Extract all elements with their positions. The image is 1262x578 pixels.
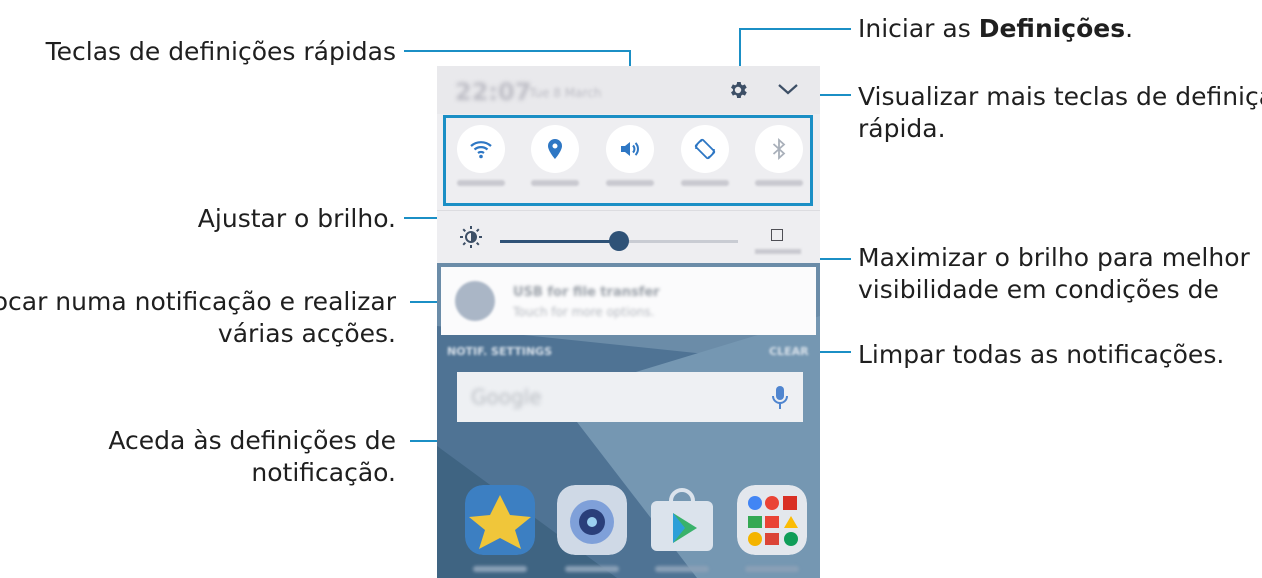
callout-max-bright-line2: visibilidade em condições de (858, 275, 1219, 304)
notification-icon (455, 281, 495, 321)
google-logo: Google (471, 385, 542, 409)
gallery-caption (473, 566, 527, 572)
brightness-slider-fill (500, 240, 619, 243)
play-store-app-icon[interactable] (647, 485, 717, 555)
callout-settings-bold: Definições (978, 14, 1126, 43)
camera-app-icon[interactable] (557, 485, 627, 555)
callout-line (404, 50, 630, 52)
brightness-slider-thumb[interactable] (609, 231, 629, 251)
callout-line (815, 351, 851, 353)
outdoor-checkbox[interactable] (771, 229, 783, 241)
status-bar: 22:07 Tue 8 March (437, 66, 820, 114)
callout-notification-line1: Tocar numa notificação e realizar (0, 287, 396, 316)
brightness-panel (437, 210, 820, 263)
callout-notification-line2: várias acções. (217, 319, 396, 348)
callout-max-brightness: Maximizar o brilho para melhor visibilid… (858, 242, 1250, 306)
camera-caption (565, 566, 619, 572)
google-search-widget[interactable]: Google (457, 372, 803, 422)
callout-notification-settings: Aceda às definições de notificação. (108, 425, 396, 489)
callout-settings-prefix: Iniciar as (858, 14, 979, 43)
callout-clear-all: Limpar todas as notificações. (858, 340, 1225, 369)
play-store-caption (655, 566, 709, 572)
callout-settings-suffix: . (1125, 14, 1134, 43)
gallery-app-icon[interactable] (465, 485, 535, 555)
mic-icon[interactable] (771, 385, 789, 411)
google-folder-icon[interactable] (737, 485, 807, 555)
notification-subtitle: Touch for more options. (513, 305, 655, 319)
notification-card[interactable]: USB for file transfer Touch for more opt… (441, 267, 816, 335)
outdoor-caption (755, 249, 801, 254)
notification-actions-bar: NOTIF. SETTINGS CLEAR (437, 342, 820, 362)
brightness-icon (460, 226, 482, 248)
callout-settings: Iniciar as Definições. (858, 13, 1133, 45)
callout-notification: Tocar numa notificação e realizar várias… (0, 286, 396, 350)
callout-max-bright-line1: Maximizar o brilho para melhor (858, 243, 1250, 272)
callout-notif-settings-line2: notificação. (251, 458, 396, 487)
callout-more-quick-line1: Visualizar mais teclas de definição (858, 82, 1262, 111)
callout-more-quick-settings: Visualizar mais teclas de definição rápi… (858, 81, 1262, 145)
clear-all-button[interactable]: CLEAR (769, 345, 809, 358)
callout-notif-settings-line1: Aceda às definições de (108, 426, 396, 455)
callout-brightness: Ajustar o brilho. (197, 204, 396, 233)
callout-quick-settings: Teclas de definições rápidas (45, 37, 396, 66)
chevron-down-icon[interactable] (777, 82, 799, 96)
callout-line (739, 28, 851, 30)
gear-icon[interactable] (727, 79, 749, 101)
status-date: Tue 8 March (529, 86, 602, 100)
callout-more-quick-line2: rápida. (858, 114, 946, 143)
quick-settings-highlight (443, 115, 813, 206)
google-folder-caption (745, 566, 799, 572)
notification-settings-link[interactable]: NOTIF. SETTINGS (447, 345, 552, 358)
notification-title: USB for file transfer (513, 285, 660, 300)
status-time: 22:07 (455, 78, 532, 106)
